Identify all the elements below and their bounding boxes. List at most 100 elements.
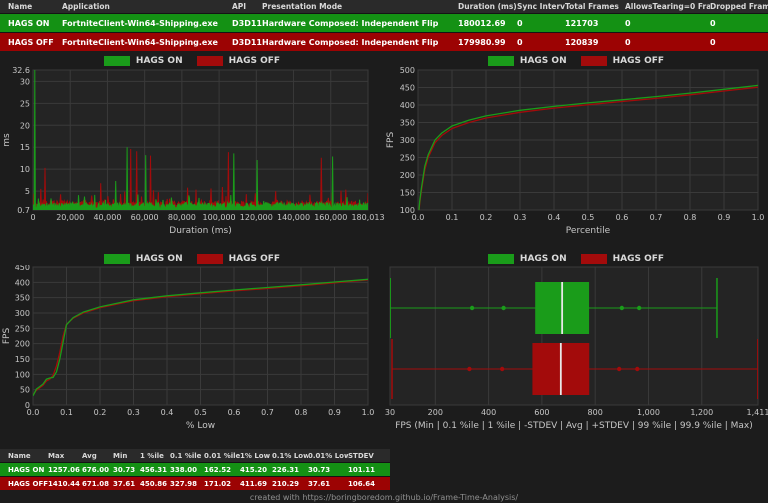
svg-text:% Low: % Low: [186, 421, 215, 431]
cell-total-frames: 121703: [565, 19, 625, 28]
legend-label-hags-off: HAGS OFF: [229, 254, 280, 264]
column-header: Duration (ms): [458, 2, 517, 11]
cell-sync-interval: 0: [517, 19, 565, 28]
cell-0-01-ile: 171.02: [204, 480, 240, 488]
svg-text:1,200: 1,200: [690, 408, 713, 417]
percentile-chart: HAGS ON HAGS OFF 0.00.10.20.30.40.50.60.…: [384, 54, 768, 252]
column-header: AllowsTearing=0 Frames: [625, 2, 710, 11]
svg-text:150: 150: [15, 355, 30, 364]
low-plot-svg: 0.00.10.20.30.40.50.60.70.80.91.00501001…: [0, 265, 384, 447]
svg-text:800: 800: [588, 408, 603, 417]
legend-label-hags-on: HAGS ON: [136, 56, 183, 66]
chart-legend: HAGS ON HAGS OFF: [0, 54, 384, 67]
svg-text:200: 200: [428, 408, 443, 417]
cell-1-ile: 450.86: [140, 480, 170, 488]
cell-api: D3D11: [232, 19, 262, 28]
column-header: 0.01 %ile: [204, 452, 240, 460]
column-header: Avg: [82, 452, 113, 460]
svg-text:15: 15: [20, 143, 30, 152]
legend-swatch-hags-off: [581, 254, 607, 264]
svg-text:400: 400: [400, 101, 415, 110]
svg-text:400: 400: [481, 408, 496, 417]
cell-0-1-low: 226.31: [272, 466, 308, 474]
svg-text:0.7: 0.7: [17, 206, 30, 215]
svg-text:25: 25: [20, 99, 30, 108]
svg-text:300: 300: [15, 309, 30, 318]
svg-text:40,000: 40,000: [93, 213, 121, 222]
svg-text:20: 20: [20, 121, 30, 130]
svg-text:0.3: 0.3: [514, 213, 527, 222]
column-header: API: [232, 2, 262, 11]
cell-1-ile: 456.31: [140, 466, 170, 474]
legend-swatch-hags-on: [488, 56, 514, 66]
svg-text:150: 150: [400, 189, 415, 198]
svg-text:200: 200: [15, 340, 30, 349]
table-row-hags-on: HAGS ON1257.06676.0030.73456.31338.00162…: [0, 462, 390, 476]
svg-text:400: 400: [15, 278, 30, 287]
svg-text:0.3: 0.3: [127, 408, 140, 417]
table-row-hags-on: HAGS ONFortniteClient-Win64-Shipping.exe…: [0, 13, 768, 32]
svg-text:250: 250: [400, 154, 415, 163]
table-header-row: NameMaxAvgMin1 %ile0.1 %ile0.01 %ile1% L…: [0, 449, 390, 462]
svg-text:0.7: 0.7: [261, 408, 274, 417]
svg-text:32.6: 32.6: [12, 67, 30, 75]
cell-presentation-mode: Hardware Composed: Independent Flip: [262, 19, 458, 28]
legend-label-hags-on: HAGS ON: [520, 254, 567, 264]
boxplot-plot-svg: 302004006008001,0001,2001,411FPS (Min | …: [384, 265, 768, 447]
cell-allowstearing-0-frames: 0: [625, 19, 710, 28]
low-chart: HAGS ON HAGS OFF 0.00.10.20.30.40.50.60.…: [0, 252, 384, 449]
column-header: Max: [48, 452, 82, 460]
cell-min: 30.73: [113, 466, 140, 474]
cell-1-low: 411.69: [240, 480, 272, 488]
chart-legend: HAGS ON HAGS OFF: [384, 54, 768, 67]
svg-text:350: 350: [15, 294, 30, 303]
svg-text:FPS: FPS: [2, 328, 12, 345]
frametime-plot-svg: 020,00040,00060,00080,000100,000120,0001…: [0, 67, 384, 251]
svg-text:0: 0: [30, 213, 35, 222]
frame-time-analysis-app: NameApplicationAPIPresentation ModeDurat…: [0, 0, 768, 503]
cell-application: FortniteClient-Win64-Shipping.exe: [62, 38, 232, 47]
legend-label-hags-off: HAGS OFF: [229, 56, 280, 66]
legend-swatch-hags-off: [581, 56, 607, 66]
svg-text:0.2: 0.2: [94, 408, 107, 417]
column-header: 0.1 %ile: [170, 452, 204, 460]
svg-text:450: 450: [15, 265, 30, 272]
svg-text:300: 300: [400, 136, 415, 145]
svg-text:0.1: 0.1: [446, 213, 459, 222]
svg-text:0.5: 0.5: [194, 408, 207, 417]
capture-summary-table: NameApplicationAPIPresentation ModeDurat…: [0, 0, 768, 51]
legend-label-hags-on: HAGS ON: [136, 254, 183, 264]
column-header: Name: [8, 452, 48, 460]
svg-text:0: 0: [25, 401, 30, 410]
row-name: HAGS OFF: [8, 480, 48, 488]
svg-text:0.8: 0.8: [295, 408, 308, 417]
legend-swatch-hags-on: [104, 254, 130, 264]
svg-text:Percentile: Percentile: [566, 226, 611, 236]
legend-label-hags-off: HAGS OFF: [613, 254, 664, 264]
svg-text:1,000: 1,000: [637, 408, 660, 417]
svg-text:0.9: 0.9: [328, 408, 341, 417]
svg-text:0.4: 0.4: [161, 408, 174, 417]
svg-text:0.6: 0.6: [616, 213, 629, 222]
svg-text:30: 30: [385, 408, 395, 417]
cell-presentation-mode: Hardware Composed: Independent Flip: [262, 38, 458, 47]
chart-legend: HAGS ON HAGS OFF: [384, 252, 768, 265]
svg-text:0.8: 0.8: [684, 213, 697, 222]
cell-api: D3D11: [232, 38, 262, 47]
svg-text:250: 250: [15, 324, 30, 333]
svg-text:0.2: 0.2: [480, 213, 493, 222]
svg-text:200: 200: [400, 171, 415, 180]
cell-min: 37.61: [113, 480, 140, 488]
column-header: Dropped Frames: [710, 2, 768, 11]
column-header: Sync Interval: [517, 2, 565, 11]
column-header: 0.1% Low: [272, 452, 308, 460]
cell-stdev: 106.64: [348, 480, 390, 488]
cell-max: 1257.06: [48, 466, 82, 474]
column-header: 1 %ile: [140, 452, 170, 460]
svg-text:180,013: 180,013: [351, 213, 384, 222]
svg-text:10: 10: [20, 165, 30, 174]
cell-dropped-frames: 0: [710, 19, 768, 28]
statistics-table: NameMaxAvgMin1 %ile0.1 %ile0.01 %ile1% L…: [0, 449, 390, 490]
column-header: Total Frames: [565, 2, 625, 11]
cell-0-1-ile: 338.00: [170, 466, 204, 474]
